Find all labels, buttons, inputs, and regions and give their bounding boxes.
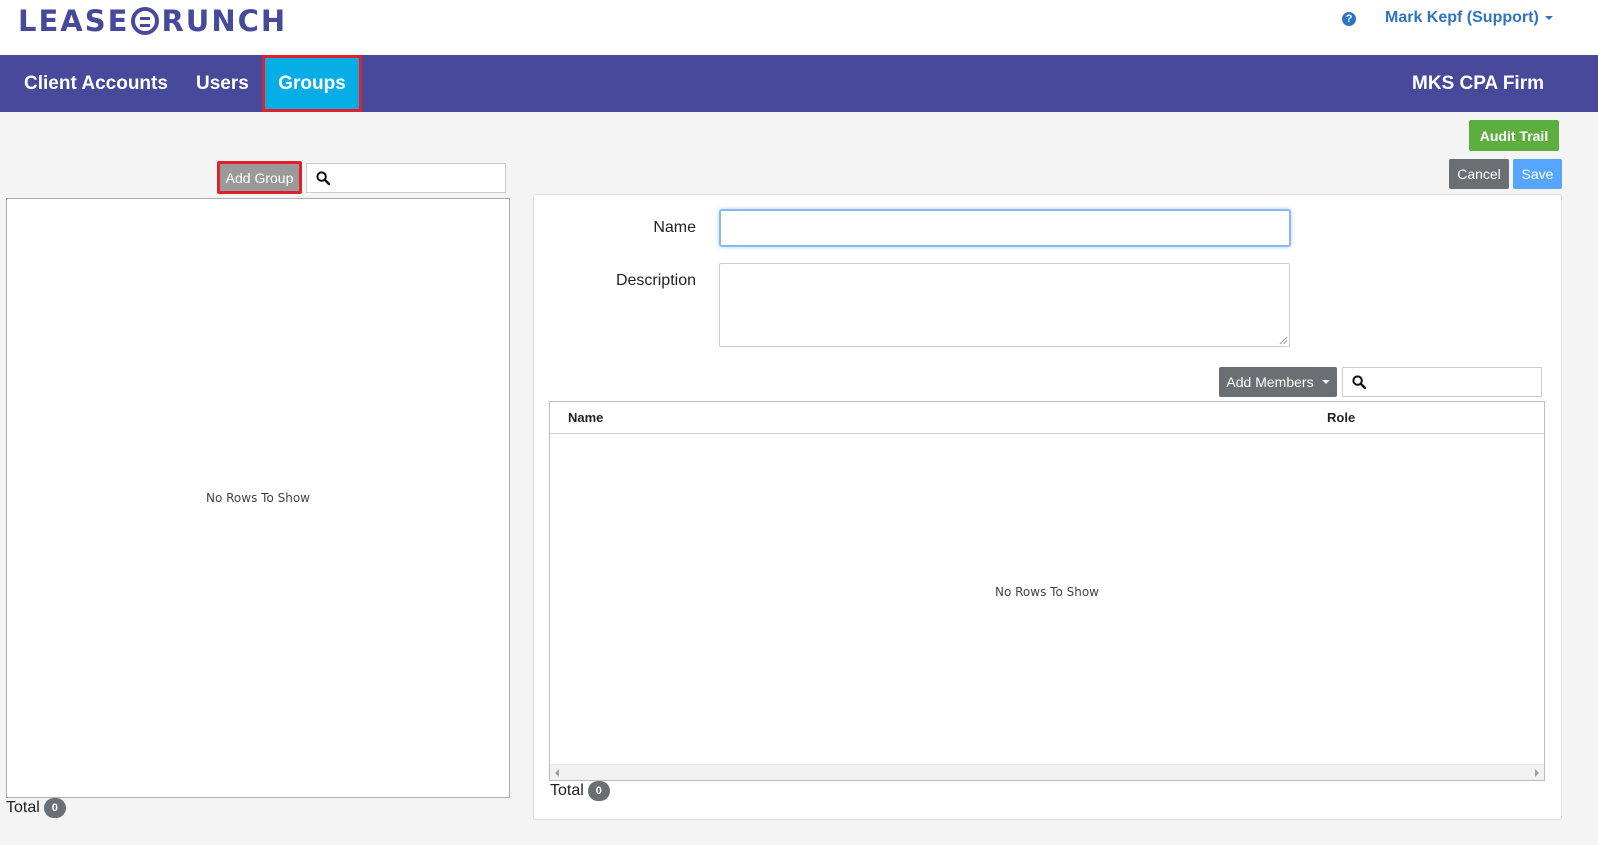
nav-tab-groups[interactable]: Groups <box>262 55 362 112</box>
user-menu-dropdown[interactable]: Mark Kepf (Support) <box>1385 9 1553 27</box>
members-empty-message: No Rows To Show <box>995 585 1099 599</box>
resize-grip-icon[interactable] <box>1279 336 1288 345</box>
column-header-name[interactable]: Name <box>568 410 603 425</box>
leasecrunch-logo[interactable]: LEASE RUNCH <box>18 3 287 39</box>
group-description-textarea[interactable] <box>719 263 1290 347</box>
total-label: Total <box>550 782 584 799</box>
nav-tab-label: Users <box>196 72 249 94</box>
members-total-badge: 0 <box>587 781 610 801</box>
nav-tab-label: Client Accounts <box>24 72 168 94</box>
total-label: Total <box>6 799 40 816</box>
add-members-label: Add Members <box>1226 374 1314 390</box>
nav-tab-users[interactable]: Users <box>196 55 249 112</box>
add-members-dropdown-button[interactable]: Add Members <box>1219 367 1337 397</box>
logo-text-right: RUNCH <box>161 4 288 38</box>
scroll-right-icon[interactable] <box>1535 769 1539 777</box>
logo-text-left: LEASE <box>18 4 130 38</box>
main-navbar: Client Accounts Users Groups MKS CPA Fir… <box>0 55 1598 112</box>
members-total: Total 0 <box>550 781 610 801</box>
members-search-box <box>1342 367 1542 397</box>
group-name-input[interactable] <box>719 209 1291 247</box>
nav-tab-client-accounts[interactable]: Client Accounts <box>24 55 168 112</box>
save-button[interactable]: Save <box>1513 159 1562 189</box>
groups-grid: No Rows To Show <box>6 198 510 798</box>
logo-c-mark-icon <box>131 7 160 35</box>
add-group-button[interactable]: Add Group <box>217 161 302 194</box>
search-icon <box>316 171 330 185</box>
horizontal-scrollbar[interactable] <box>550 764 1544 780</box>
user-name: Mark Kepf (Support) <box>1385 9 1539 26</box>
groups-search-input[interactable] <box>337 167 501 191</box>
members-grid-header: Name Role <box>550 402 1544 434</box>
search-icon <box>1352 375 1366 389</box>
groups-total: Total 0 <box>6 798 66 818</box>
members-grid: Name Role No Rows To Show <box>549 401 1545 781</box>
chevron-down-icon <box>1321 380 1330 384</box>
question-circle-icon[interactable]: ? <box>1342 12 1356 26</box>
cancel-button[interactable]: Cancel <box>1449 159 1509 189</box>
audit-trail-button[interactable]: Audit Trail <box>1469 120 1559 151</box>
groups-empty-message: No Rows To Show <box>206 491 310 505</box>
description-label: Description <box>615 272 696 289</box>
scroll-left-icon[interactable] <box>555 769 559 777</box>
name-label: Name <box>653 219 696 236</box>
help-glyph: ? <box>1345 13 1353 25</box>
groups-search-box <box>306 163 506 193</box>
groups-total-badge: 0 <box>43 798 66 818</box>
firm-name: MKS CPA Firm <box>1412 72 1544 94</box>
chevron-down-icon <box>1544 16 1553 20</box>
top-bar: LEASE RUNCH ? Mark Kepf (Support) <box>0 0 1598 55</box>
nav-tab-label: Groups <box>278 72 346 94</box>
members-search-input[interactable] <box>1373 371 1537 395</box>
column-header-role[interactable]: Role <box>1327 410 1355 425</box>
